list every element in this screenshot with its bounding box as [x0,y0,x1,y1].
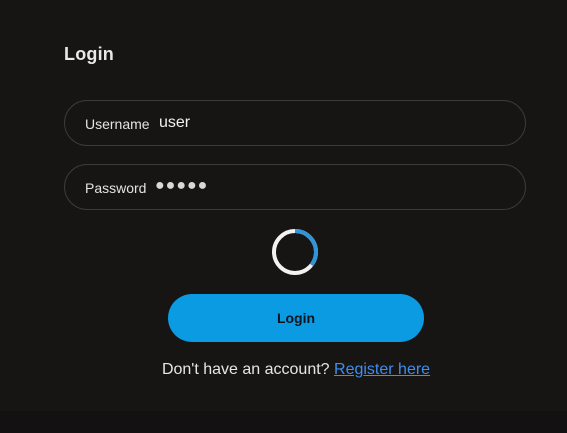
login-button[interactable]: Login [168,294,424,342]
page-title: Login [64,44,114,64]
spinner-arc [294,229,318,267]
password-input[interactable]: ●●●●● [155,177,455,195]
login-panel: Login Username Password ●●●●● Login Don'… [0,0,567,433]
password-field[interactable]: Password ●●●●● [64,164,526,210]
panel-bottom-shade [0,411,567,433]
username-input[interactable] [159,114,459,132]
register-prompt: Don't have an account? Register here [0,361,567,379]
loading-spinner-icon [272,229,318,275]
register-link[interactable]: Register here [334,361,430,378]
username-field[interactable]: Username [64,100,526,146]
password-label: Password [85,180,147,196]
username-label: Username [85,116,150,132]
register-prompt-text: Don't have an account? [161,361,330,378]
